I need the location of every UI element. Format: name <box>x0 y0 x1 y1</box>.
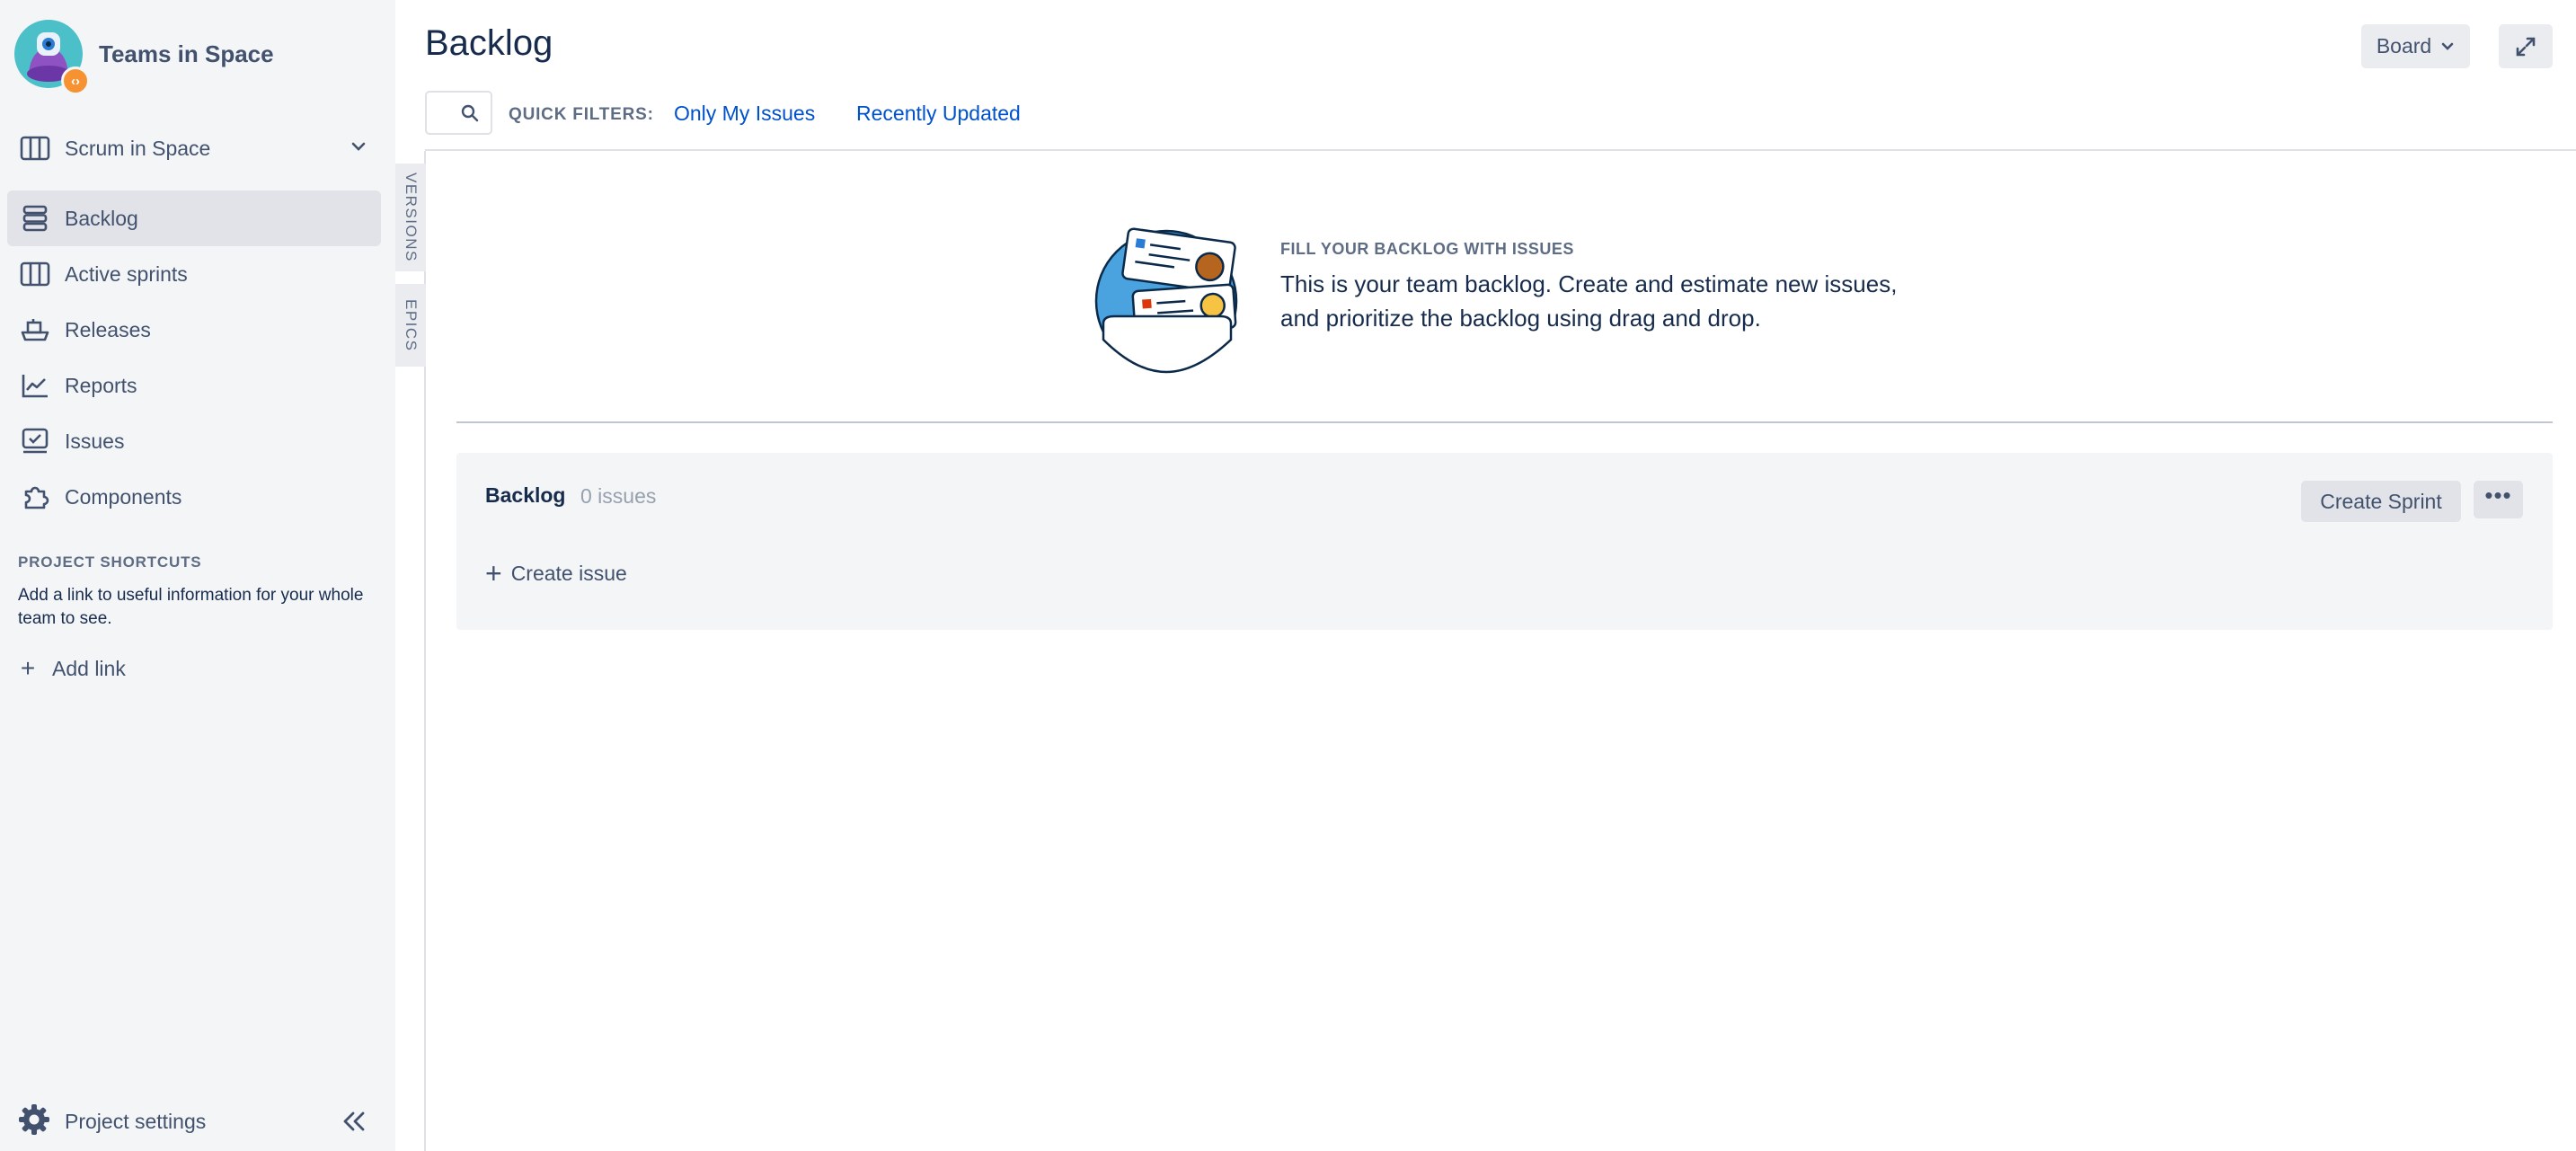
add-link-label: Add link <box>52 656 126 680</box>
empty-state-title: FILL YOUR BACKLOG WITH ISSUES <box>1280 240 1574 258</box>
board-selector[interactable]: Scrum in Space <box>7 128 381 169</box>
sidebar-item-label: Components <box>65 484 182 509</box>
double-chevron-left-icon <box>343 1111 365 1131</box>
board-icon <box>20 259 50 289</box>
sidebar-item-label: Reports <box>65 373 137 397</box>
project-settings-label: Project settings <box>65 1109 207 1133</box>
sidebar-nav: Backlog Active sprints Releases Reports … <box>7 190 381 525</box>
add-link-button[interactable]: + Add link <box>18 652 126 685</box>
chevron-down-icon <box>2441 42 2454 50</box>
sidebar-item-reports[interactable]: Reports <box>7 358 381 413</box>
sidebar-item-releases[interactable]: Releases <box>7 302 381 358</box>
content-divider <box>456 421 2553 423</box>
ship-icon <box>20 314 50 345</box>
backlog-illustration <box>1089 225 1251 377</box>
issue-count: 0 issues <box>580 484 657 508</box>
sidebar-item-components[interactable]: Components <box>7 469 381 525</box>
board-icon <box>20 133 50 164</box>
filter-recently-updated[interactable]: Recently Updated <box>856 102 1021 126</box>
chevron-down-icon <box>349 137 368 161</box>
sidebar-item-active-sprints[interactable]: Active sprints <box>7 246 381 302</box>
sidebar-item-issues[interactable]: Issues <box>7 413 381 469</box>
search-input[interactable] <box>425 91 492 135</box>
plus-icon: + <box>485 557 502 589</box>
versions-tab-label: VERSIONS <box>403 173 420 262</box>
epics-tab[interactable]: EPICS <box>395 284 426 367</box>
epics-tab-label: EPICS <box>403 298 420 352</box>
puzzle-icon <box>20 482 50 512</box>
versions-tab[interactable]: VERSIONS <box>395 164 426 271</box>
sidebar-item-label: Active sprints <box>65 261 188 286</box>
create-issue-button[interactable]: + Create issue <box>485 555 627 591</box>
project-avatar: ‹› <box>14 20 90 95</box>
code-badge-icon: ‹› <box>61 66 90 95</box>
project-header[interactable]: ‹› Teams in Space <box>14 18 274 95</box>
backlog-container: Backlog 0 issues Create Sprint ••• + Cre… <box>456 453 2553 630</box>
collapse-sidebar-button[interactable] <box>338 1107 370 1136</box>
more-actions-button[interactable]: ••• <box>2474 481 2523 518</box>
page-title: Backlog <box>425 23 553 63</box>
board-button-label: Board <box>2376 34 2432 58</box>
filter-only-my-issues[interactable]: Only My Issues <box>674 102 815 126</box>
sidebar-item-label: Releases <box>65 317 151 341</box>
shortcuts-description: Add a link to useful information for you… <box>18 586 364 628</box>
header-divider <box>425 149 2576 151</box>
search-icon <box>460 103 480 128</box>
board-button[interactable]: Board <box>2361 24 2470 68</box>
chart-icon <box>20 370 50 401</box>
sidebar-item-label: Backlog <box>65 206 138 230</box>
shortcuts-heading: PROJECT SHORTCUTS <box>18 553 202 571</box>
plus-icon: + <box>20 654 36 682</box>
project-settings-link[interactable]: Project settings <box>18 1102 206 1141</box>
create-sprint-button[interactable]: Create Sprint <box>2301 481 2461 522</box>
expand-icon <box>2516 37 2536 56</box>
sidebar-item-label: Issues <box>65 429 125 453</box>
fullscreen-button[interactable] <box>2499 24 2553 68</box>
backlog-icon <box>20 203 50 234</box>
create-issue-label: Create issue <box>510 561 627 585</box>
sidebar-item-backlog[interactable]: Backlog <box>7 190 381 246</box>
board-name: Scrum in Space <box>65 136 211 160</box>
empty-state-text: This is your team backlog. Create and es… <box>1280 270 1898 332</box>
project-name: Teams in Space <box>99 40 274 67</box>
sidebar: ‹› Teams in Space Scrum in Space Backlog… <box>0 0 395 1151</box>
quick-filters-label: QUICK FILTERS: <box>509 105 654 124</box>
backlog-heading: Backlog <box>485 483 566 507</box>
issues-icon <box>20 426 50 456</box>
gear-icon <box>18 1103 50 1140</box>
